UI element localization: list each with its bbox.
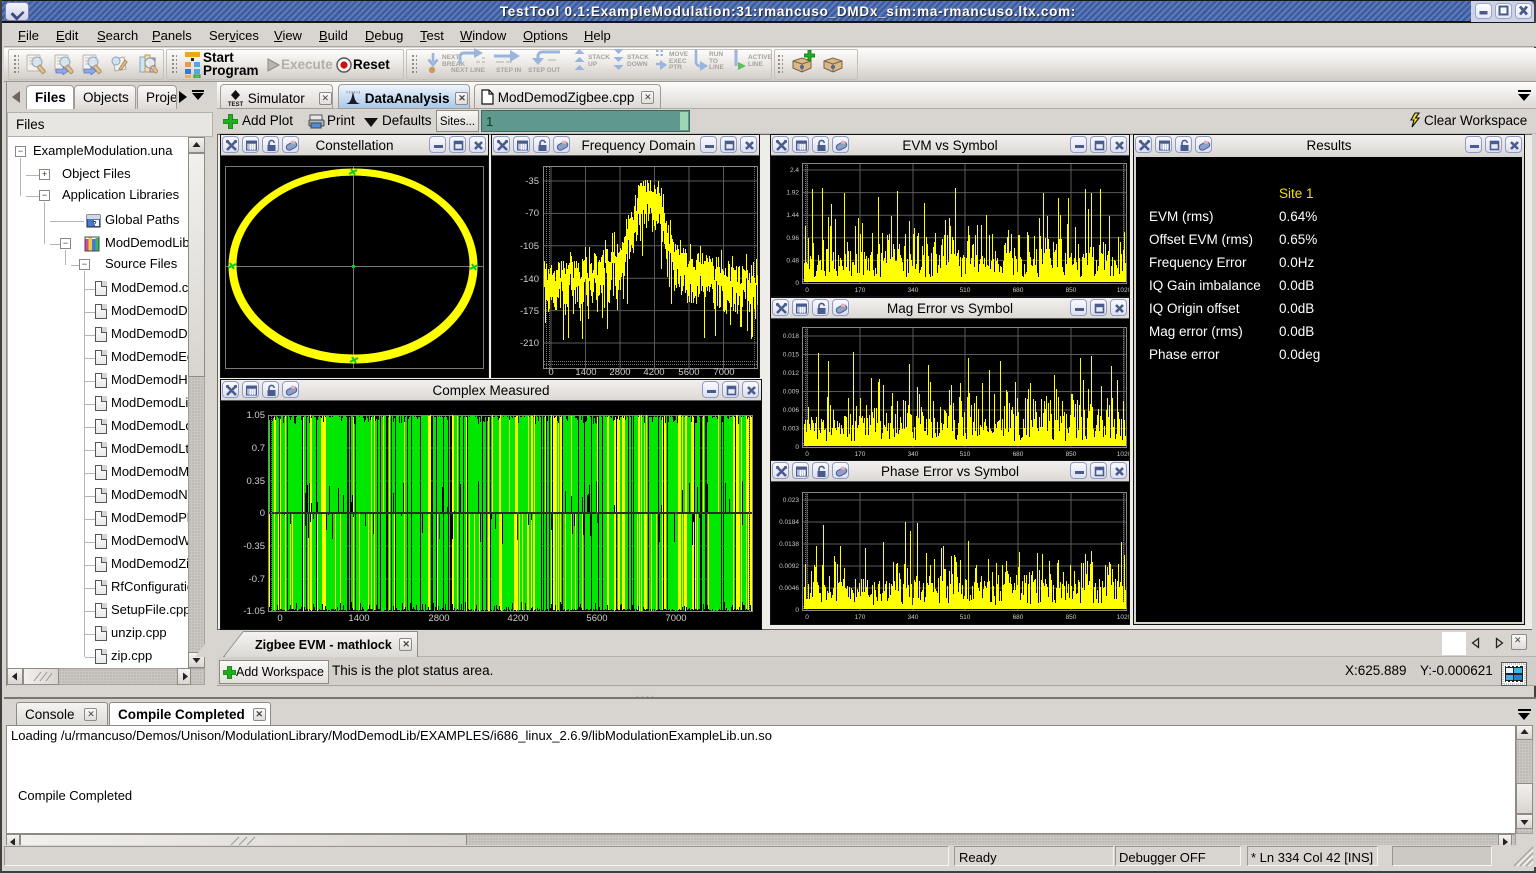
svg-text:0.48: 0.48 bbox=[786, 257, 799, 264]
svg-text:4200: 4200 bbox=[507, 613, 528, 624]
svg-text:1020: 1020 bbox=[1117, 451, 1129, 458]
svg-text:-0.35: -0.35 bbox=[243, 541, 265, 552]
svg-text:0.35: 0.35 bbox=[247, 476, 266, 487]
svg-text:0.018: 0.018 bbox=[783, 333, 800, 340]
svg-text:0.0046: 0.0046 bbox=[779, 585, 799, 592]
svg-text:5600: 5600 bbox=[586, 613, 607, 624]
svg-text:-35: -35 bbox=[525, 176, 539, 187]
svg-text:170: 170 bbox=[855, 614, 866, 621]
svg-text:850: 850 bbox=[1066, 451, 1077, 458]
svg-text:2.4: 2.4 bbox=[790, 167, 799, 174]
svg-text:0.96: 0.96 bbox=[786, 235, 799, 242]
svg-text:0: 0 bbox=[548, 367, 553, 376]
svg-text:5600: 5600 bbox=[678, 367, 699, 376]
svg-text:0: 0 bbox=[277, 613, 282, 624]
svg-text:1.92: 1.92 bbox=[786, 190, 799, 197]
svg-text:0.023: 0.023 bbox=[783, 497, 800, 504]
svg-text:-210: -210 bbox=[520, 338, 539, 349]
svg-text:510: 510 bbox=[960, 287, 971, 294]
svg-text:680: 680 bbox=[1013, 451, 1024, 458]
svg-text:510: 510 bbox=[960, 451, 971, 458]
svg-text:-0.7: -0.7 bbox=[249, 574, 265, 585]
svg-text:-105: -105 bbox=[520, 241, 539, 252]
svg-text:0.015: 0.015 bbox=[783, 352, 800, 359]
svg-text:2800: 2800 bbox=[428, 613, 449, 624]
svg-text:1400: 1400 bbox=[348, 613, 369, 624]
svg-text:680: 680 bbox=[1013, 614, 1024, 621]
svg-text:0.006: 0.006 bbox=[783, 407, 800, 414]
svg-text:0: 0 bbox=[795, 607, 799, 614]
svg-text:170: 170 bbox=[855, 287, 866, 294]
svg-text:1020: 1020 bbox=[1117, 287, 1129, 294]
svg-text:2800: 2800 bbox=[609, 367, 630, 376]
svg-text:340: 340 bbox=[908, 614, 919, 621]
svg-text:0: 0 bbox=[805, 287, 809, 294]
svg-text:1.05: 1.05 bbox=[247, 410, 266, 421]
svg-text:TEST: TEST bbox=[228, 102, 244, 107]
svg-text:850: 850 bbox=[1066, 287, 1077, 294]
svg-text:-1.05: -1.05 bbox=[243, 606, 265, 617]
svg-text:0: 0 bbox=[260, 508, 265, 519]
svg-text:680: 680 bbox=[1013, 287, 1024, 294]
svg-text:0: 0 bbox=[795, 280, 799, 287]
svg-text:340: 340 bbox=[908, 287, 919, 294]
svg-text:0.0092: 0.0092 bbox=[779, 563, 799, 570]
svg-text:0: 0 bbox=[805, 614, 809, 621]
svg-text:4200: 4200 bbox=[643, 367, 664, 376]
svg-text:510: 510 bbox=[960, 614, 971, 621]
svg-text:0.003: 0.003 bbox=[783, 426, 800, 433]
svg-text:?: ? bbox=[92, 221, 96, 228]
svg-text:0: 0 bbox=[805, 451, 809, 458]
svg-text:-175: -175 bbox=[520, 306, 539, 317]
svg-text:0.0138: 0.0138 bbox=[779, 541, 799, 548]
svg-text:7000: 7000 bbox=[713, 367, 734, 376]
svg-text:0.7: 0.7 bbox=[252, 443, 265, 454]
svg-text:-70: -70 bbox=[525, 208, 539, 219]
svg-text:7000: 7000 bbox=[665, 613, 686, 624]
svg-text:0.009: 0.009 bbox=[783, 389, 800, 396]
svg-text:0.012: 0.012 bbox=[783, 370, 800, 377]
svg-text:0: 0 bbox=[795, 444, 799, 451]
svg-text:340: 340 bbox=[908, 451, 919, 458]
svg-text:850: 850 bbox=[1066, 614, 1077, 621]
svg-text:1400: 1400 bbox=[575, 367, 596, 376]
svg-text:0.0184: 0.0184 bbox=[779, 519, 799, 526]
svg-text:1020: 1020 bbox=[1117, 614, 1129, 621]
svg-text:1.44: 1.44 bbox=[786, 212, 799, 219]
svg-text:-140: -140 bbox=[520, 274, 539, 285]
svg-text:170: 170 bbox=[855, 451, 866, 458]
